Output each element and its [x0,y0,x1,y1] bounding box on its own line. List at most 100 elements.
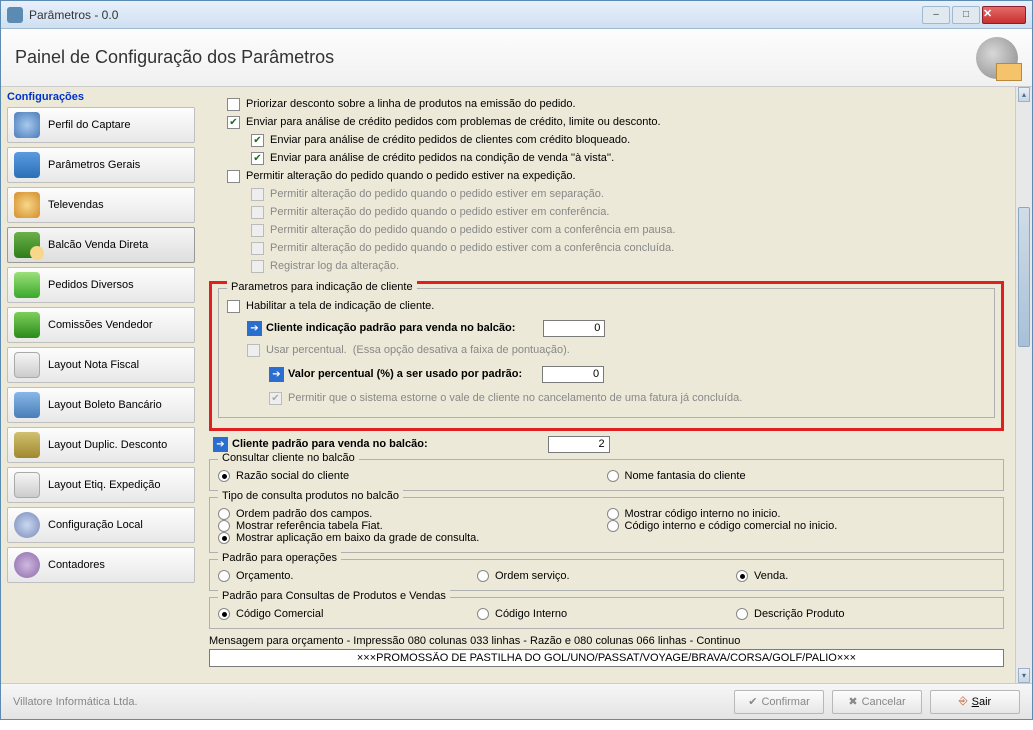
sidebar-item-label: Pedidos Diversos [48,279,134,291]
group-indicacao-title: Parametros para indicação de cliente [227,281,417,293]
lbl-reg-log: Registrar log da alteração. [270,260,399,272]
check-shield-icon [14,312,40,338]
radio-nome-fantasia[interactable] [607,470,619,482]
sidebar-item-comissoes[interactable]: Comissões Vendedor [7,307,195,343]
radio-cod-interno-inicio[interactable] [607,508,619,520]
counter-spin-icon [14,552,40,578]
lbl-credito-bloqueado: Enviar para análise de crédito pedidos d… [270,134,630,146]
group-title: Consultar cliente no balcão [218,452,359,464]
counter-icon [14,232,40,258]
sidebar-item-label: Layout Boleto Bancário [48,399,162,411]
cancel-button[interactable]: ✖Cancelar [832,690,922,714]
exit-button[interactable]: ⎆Sair [930,690,1020,714]
sidebar-item-label: Televendas [48,199,104,211]
input-mensagem-orcamento[interactable] [209,649,1004,667]
radio-cod-interno[interactable] [477,608,489,620]
input-cliente-indicacao[interactable] [543,320,605,337]
lbl-usar-percentual: Usar percentual. [266,344,347,356]
sidebar-item-label: Configuração Local [48,519,143,531]
scroll-up-icon[interactable]: ▴ [1018,87,1030,102]
chk-alt-concl [251,242,264,255]
group-consultar-cliente: Consultar cliente no balcão Razão social… [209,459,1004,491]
group-title: Padrão para operações [218,552,341,564]
radio-venda[interactable] [736,570,748,582]
input-cliente-padrao[interactable] [548,436,610,453]
sidebar-item-label: Layout Duplic. Desconto [48,439,167,451]
radio-ref-fiat[interactable] [218,520,230,532]
lbl-ref-fiat: Mostrar referência tabela Fiat. [236,520,383,532]
chk-reg-log [251,260,264,273]
lbl-avista: Enviar para análise de crédito pedidos n… [270,152,614,164]
group-padrao-oper: Padrão para operações Orçamento. Ordem s… [209,559,1004,591]
x-icon: ✖ [848,695,857,708]
sidebar-item-pedidos[interactable]: Pedidos Diversos [7,267,195,303]
scroll-down-icon[interactable]: ▾ [1018,668,1030,683]
group-title: Tipo de consulta produtos no balcão [218,490,403,502]
sidebar: Configurações Perfil do Captare Parâmetr… [1,87,201,683]
lbl-nome-fantasia: Nome fantasia do cliente [625,470,746,482]
lbl-alt-pausa: Permitir alteração do pedido quando o pe… [270,224,675,236]
radio-ordem-padrao[interactable] [218,508,230,520]
lbl-valor-percentual: Valor percentual (%) a ser usado por pad… [288,368,522,380]
lbl-ordem-padrao: Ordem padrão dos campos. [236,508,372,520]
confirm-button[interactable]: ✔Confirmar [734,690,824,714]
scrollbar[interactable]: ▴ ▾ [1015,87,1032,683]
highlight-box: Parametros para indicação de cliente Hab… [209,281,1004,431]
input-valor-percentual[interactable] [542,366,604,383]
lbl-cod-interno: Código Interno [495,608,567,620]
radio-mostrar-aplic[interactable] [218,532,230,544]
sidebar-item-label: Perfil do Captare [48,119,131,131]
sidebar-item-balcao[interactable]: Balcão Venda Direta [7,227,195,263]
chk-alt-sep [251,188,264,201]
sidebar-item-nota-fiscal[interactable]: Layout Nota Fiscal [7,347,195,383]
sidebar-item-etiq[interactable]: Layout Etiq. Expedição [7,467,195,503]
radio-cod-comercial[interactable] [218,608,230,620]
sidebar-item-contadores[interactable]: Contadores [7,547,195,583]
clipboard-icon [14,152,40,178]
lbl-cod-interno-comercial: Código interno e código comercial no ini… [625,520,838,532]
sidebar-item-param-gerais[interactable]: Parâmetros Gerais [7,147,195,183]
radio-orcamento[interactable] [218,570,230,582]
sidebar-item-perfil[interactable]: Perfil do Captare [7,107,195,143]
sidebar-item-boleto[interactable]: Layout Boleto Bancário [7,387,195,423]
lbl-enviar-credito: Enviar para análise de crédito pedidos c… [246,116,661,128]
chk-permitir-alt[interactable] [227,170,240,183]
sidebar-item-televendas[interactable]: Televendas [7,187,195,223]
chk-avista[interactable]: ✔ [251,152,264,165]
close-button[interactable]: ✕ [982,6,1026,24]
lbl-alt-concl: Permitir alteração do pedido quando o pe… [270,242,674,254]
titlebar[interactable]: Parâmetros - 0.0 – □ ✕ [1,1,1032,29]
panel-title: Painel de Configuração dos Parâmetros [15,47,976,68]
lbl-razao-social: Razão social do cliente [236,470,349,482]
chk-habilitar-indicacao[interactable] [227,300,240,313]
chk-enviar-credito[interactable]: ✔ [227,116,240,129]
chk-alt-pausa [251,224,264,237]
app-icon [7,7,23,23]
lbl-mostrar-aplic: Mostrar aplicação em baixo da grade de c… [236,532,479,544]
compass-icon [14,112,40,138]
chk-priorizar[interactable] [227,98,240,111]
radio-ordem-servico[interactable] [477,570,489,582]
sidebar-item-duplic[interactable]: Layout Duplic. Desconto [7,427,195,463]
sidebar-title: Configurações [7,91,195,103]
chk-usar-percentual [247,344,260,357]
maximize-button[interactable]: □ [952,6,980,24]
radio-cod-interno-comercial[interactable] [607,520,619,532]
document-icon [14,392,40,418]
group-tipo-consulta: Tipo de consulta produtos no balcão Orde… [209,497,1004,553]
radio-razao-social[interactable] [218,470,230,482]
sidebar-item-config-local[interactable]: Configuração Local [7,507,195,543]
scroll-thumb[interactable] [1018,207,1030,347]
chk-credito-bloqueado[interactable]: ✔ [251,134,264,147]
lbl-venda: Venda. [754,570,788,582]
duplicate-icon [14,432,40,458]
minimize-button[interactable]: – [922,6,950,24]
arrow-right-icon: ➔ [213,437,228,452]
sidebar-item-label: Layout Nota Fiscal [48,359,139,371]
door-icon: ⎆ [959,695,968,708]
group-title: Padrão para Consultas de Produtos e Vend… [218,590,450,602]
radio-desc-produto[interactable] [736,608,748,620]
lbl-cod-comercial: Código Comercial [236,608,323,620]
lbl-habilitar-indicacao: Habilitar a tela de indicação de cliente… [246,300,434,312]
printer-icon [14,352,40,378]
